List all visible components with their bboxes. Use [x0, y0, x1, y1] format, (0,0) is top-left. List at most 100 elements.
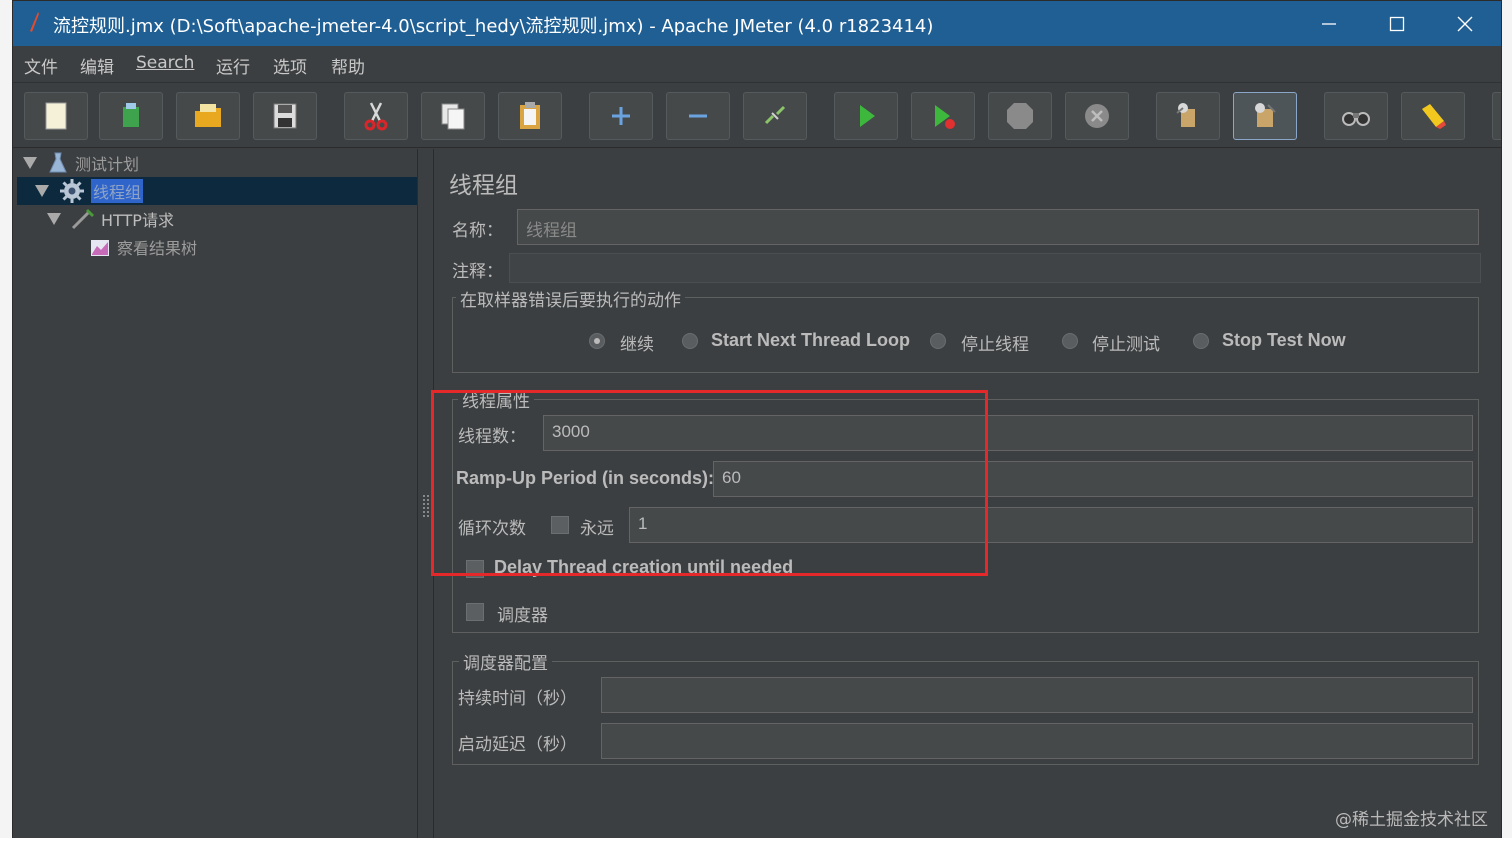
radio-start-next-loop-label[interactable]: Start Next Thread Loop	[711, 330, 910, 351]
delay-thread-creation-checkbox[interactable]	[466, 560, 484, 578]
copy-button[interactable]	[421, 92, 485, 140]
collapse-icon	[689, 114, 707, 118]
threads-field[interactable]: 3000	[543, 415, 1473, 451]
scheduler-label: 调度器	[497, 606, 548, 626]
open-button[interactable]	[176, 92, 240, 140]
panel-title: 线程组	[449, 173, 518, 199]
radio-continue-label[interactable]: 继续	[620, 330, 654, 355]
comment-label: 注释：	[452, 262, 503, 282]
scheduler-checkbox[interactable]	[466, 603, 484, 621]
test-plan-icon	[49, 152, 67, 173]
expand-all-button[interactable]	[589, 92, 653, 140]
cut-icon	[364, 102, 388, 131]
toggle-button[interactable]	[743, 92, 807, 140]
toolbar-overflow[interactable]	[1492, 92, 1501, 140]
menu-options[interactable]: 选项	[273, 53, 307, 78]
loop-count-field[interactable]: 1	[629, 507, 1473, 543]
rampup-field[interactable]: 60	[713, 461, 1473, 497]
tree-item-thread-group[interactable]: 线程组	[35, 177, 144, 205]
page-bottom-strip	[0, 838, 1512, 851]
menu-run[interactable]: 运行	[216, 53, 250, 78]
radio-stop-thread-label[interactable]: 停止线程	[961, 330, 1029, 355]
radio-stop-test[interactable]	[1062, 333, 1078, 349]
toggle-icon	[764, 105, 786, 125]
menu-file[interactable]: 文件	[24, 53, 58, 78]
tree-expand-arrow-icon[interactable]	[35, 185, 49, 197]
maximize-button[interactable]	[1363, 1, 1431, 46]
tree-item-label: HTTP请求	[101, 211, 174, 230]
delay-thread-creation-label: Delay Thread creation until needed	[494, 557, 794, 577]
save-icon	[273, 103, 297, 129]
duration-field[interactable]	[601, 677, 1473, 713]
name-label: 名称：	[452, 221, 503, 241]
stop-icon	[1007, 103, 1033, 129]
minimize-button[interactable]	[1295, 1, 1363, 46]
new-icon	[45, 102, 67, 130]
tree-item-label: 线程组	[91, 179, 144, 203]
radio-stop-test-label[interactable]: 停止测试	[1092, 330, 1160, 355]
maximize-icon	[1389, 16, 1405, 31]
tree-expand-arrow-icon[interactable]	[47, 213, 61, 225]
radio-start-next-loop[interactable]	[682, 333, 698, 349]
toolbar	[13, 83, 1501, 148]
title-bar: 流控规则.jmx (D:\Soft\apache-jmeter-4.0\scri…	[13, 1, 1501, 46]
radio-stop-thread[interactable]	[930, 333, 946, 349]
reset-search-icon	[1422, 104, 1446, 129]
expand-icon	[612, 107, 630, 125]
start-no-pause-icon	[935, 105, 955, 129]
paste-icon	[520, 102, 540, 129]
tree-item-test-plan[interactable]: 测试计划	[23, 149, 139, 177]
new-button[interactable]	[24, 92, 88, 140]
templates-icon	[123, 103, 139, 127]
tree-expand-arrow-icon[interactable]	[23, 157, 37, 169]
clear-icon	[1176, 103, 1195, 127]
search-button[interactable]	[1324, 92, 1388, 140]
splitter-grip-icon[interactable]	[423, 495, 429, 517]
shutdown-button[interactable]	[1065, 92, 1129, 140]
duration-label: 持续时间（秒）	[458, 689, 577, 709]
comment-field[interactable]	[509, 253, 1481, 283]
collapse-all-button[interactable]	[666, 92, 730, 140]
http-sampler-icon	[71, 208, 95, 230]
close-icon	[1457, 16, 1473, 31]
copy-icon	[441, 103, 465, 130]
startup-delay-field[interactable]	[601, 723, 1473, 759]
tree-item-result-tree[interactable]: 察看结果树	[89, 233, 197, 261]
minimize-icon	[1322, 22, 1336, 25]
menu-edit[interactable]: 编辑	[80, 53, 114, 78]
name-field[interactable]: 线程组	[517, 209, 1479, 245]
tree-item-label: 察看结果树	[117, 239, 198, 258]
error-action-legend: 在取样器错误后要执行的动作	[456, 286, 685, 311]
threads-label: 线程数：	[458, 427, 526, 447]
templates-button[interactable]	[99, 92, 163, 140]
close-button[interactable]	[1431, 1, 1499, 46]
shutdown-icon	[1085, 104, 1109, 128]
clear-button[interactable]	[1156, 92, 1220, 140]
background-page-strip	[0, 0, 12, 851]
window-title: 流控规则.jmx (D:\Soft\apache-jmeter-4.0\scri…	[53, 16, 934, 37]
start-no-pauses-button[interactable]	[911, 92, 975, 140]
tree-item-http-request[interactable]: HTTP请求	[47, 205, 174, 233]
clear-all-button[interactable]	[1233, 92, 1297, 140]
menu-search[interactable]: Search	[136, 53, 194, 73]
cut-button[interactable]	[344, 92, 408, 140]
paste-button[interactable]	[498, 92, 562, 140]
menu-help[interactable]: 帮助	[331, 53, 365, 78]
thread-properties-legend: 线程属性	[458, 387, 534, 412]
forever-label: 永远	[580, 519, 614, 539]
split-pane-divider[interactable]	[419, 149, 433, 839]
search-icon	[1342, 112, 1370, 126]
scheduler-config-legend: 调度器配置	[459, 649, 552, 674]
radio-stop-test-now-label[interactable]: Stop Test Now	[1222, 330, 1346, 351]
radio-stop-test-now[interactable]	[1193, 333, 1209, 349]
stop-button[interactable]	[988, 92, 1052, 140]
rampup-label: Ramp-Up Period (in seconds):	[456, 468, 715, 488]
radio-continue[interactable]	[589, 333, 605, 349]
start-button[interactable]	[834, 92, 898, 140]
start-icon	[860, 105, 875, 127]
save-button[interactable]	[253, 92, 317, 140]
jmeter-window: 流控规则.jmx (D:\Soft\apache-jmeter-4.0\scri…	[12, 0, 1502, 840]
thread-group-gear-icon	[60, 179, 84, 203]
reset-search-button[interactable]	[1401, 92, 1465, 140]
forever-checkbox[interactable]	[551, 516, 569, 534]
